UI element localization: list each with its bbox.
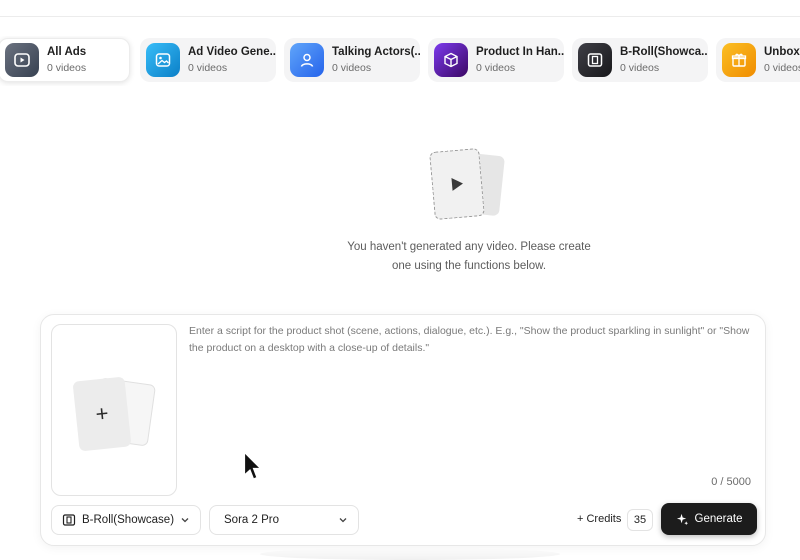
category-title: All Ads [47,46,87,58]
model-select-value: Sora 2 Pro [224,514,279,526]
category-b-roll-showcase[interactable]: B-Roll(Showca... 0 videos [572,38,708,82]
empty-state-line: one using the functions below. [391,260,547,272]
empty-state-message: You haven't generated any video. Please … [300,238,638,276]
model-select[interactable]: Sora 2 Pro [209,505,359,535]
prompt-composer: + 0 / 5000 B-Roll(Showcase) Sora 2 Pro +… [40,314,766,546]
character-counter: 0 / 5000 [711,476,751,488]
category-talking-actors[interactable]: Talking Actors(... 0 videos [284,38,420,82]
plus-icon: + [94,400,110,427]
bottom-shadow [260,548,560,560]
mode-select-value: B-Roll(Showcase) [82,514,175,526]
cube-icon [434,43,468,77]
film-icon [578,43,612,77]
category-all-ads[interactable]: All Ads 0 videos [0,38,130,82]
script-input[interactable] [189,323,753,473]
category-ad-video-generator[interactable]: Ad Video Gene... 0 videos [140,38,276,82]
category-title: Product In Han... [476,46,564,58]
mode-select[interactable]: B-Roll(Showcase) [51,505,201,535]
category-title: B-Roll(Showca... [620,46,708,58]
sparkle-icon [676,513,688,525]
category-product-in-hand[interactable]: Product In Han... 0 videos [428,38,564,82]
film-icon [62,514,76,526]
play-icon [451,177,463,191]
generate-label: Generate [694,513,743,525]
empty-video-illustration [426,146,512,226]
category-count: 0 videos [47,62,87,74]
category-count: 0 videos [764,62,800,74]
category-title: Ad Video Gene... [188,46,276,58]
category-title: Talking Actors(... [332,46,420,58]
category-title: Unboxin [764,46,800,58]
play-square-icon [5,43,39,77]
category-count: 0 videos [476,62,516,74]
credits-button[interactable]: + Credits [577,513,621,525]
person-icon [290,43,324,77]
category-count: 0 videos [332,62,372,74]
category-count: 0 videos [188,62,228,74]
chevron-down-icon [339,518,347,523]
mouse-cursor-icon [243,451,262,480]
chevron-down-icon [181,518,189,523]
image-upload-button[interactable]: + [51,324,177,496]
gift-icon [722,43,756,77]
category-unboxing[interactable]: Unboxin 0 videos [716,38,800,82]
image-icon [146,43,180,77]
top-divider [0,16,800,17]
generate-button[interactable]: Generate [661,503,757,535]
category-strip: All Ads 0 videos Ad Video Gene... 0 vide… [0,36,800,86]
category-count: 0 videos [620,62,660,74]
credits-label: + Credits [577,513,622,525]
credits-badge: 35 [627,509,653,531]
empty-state-line: You haven't generated any video. Please … [347,241,591,253]
